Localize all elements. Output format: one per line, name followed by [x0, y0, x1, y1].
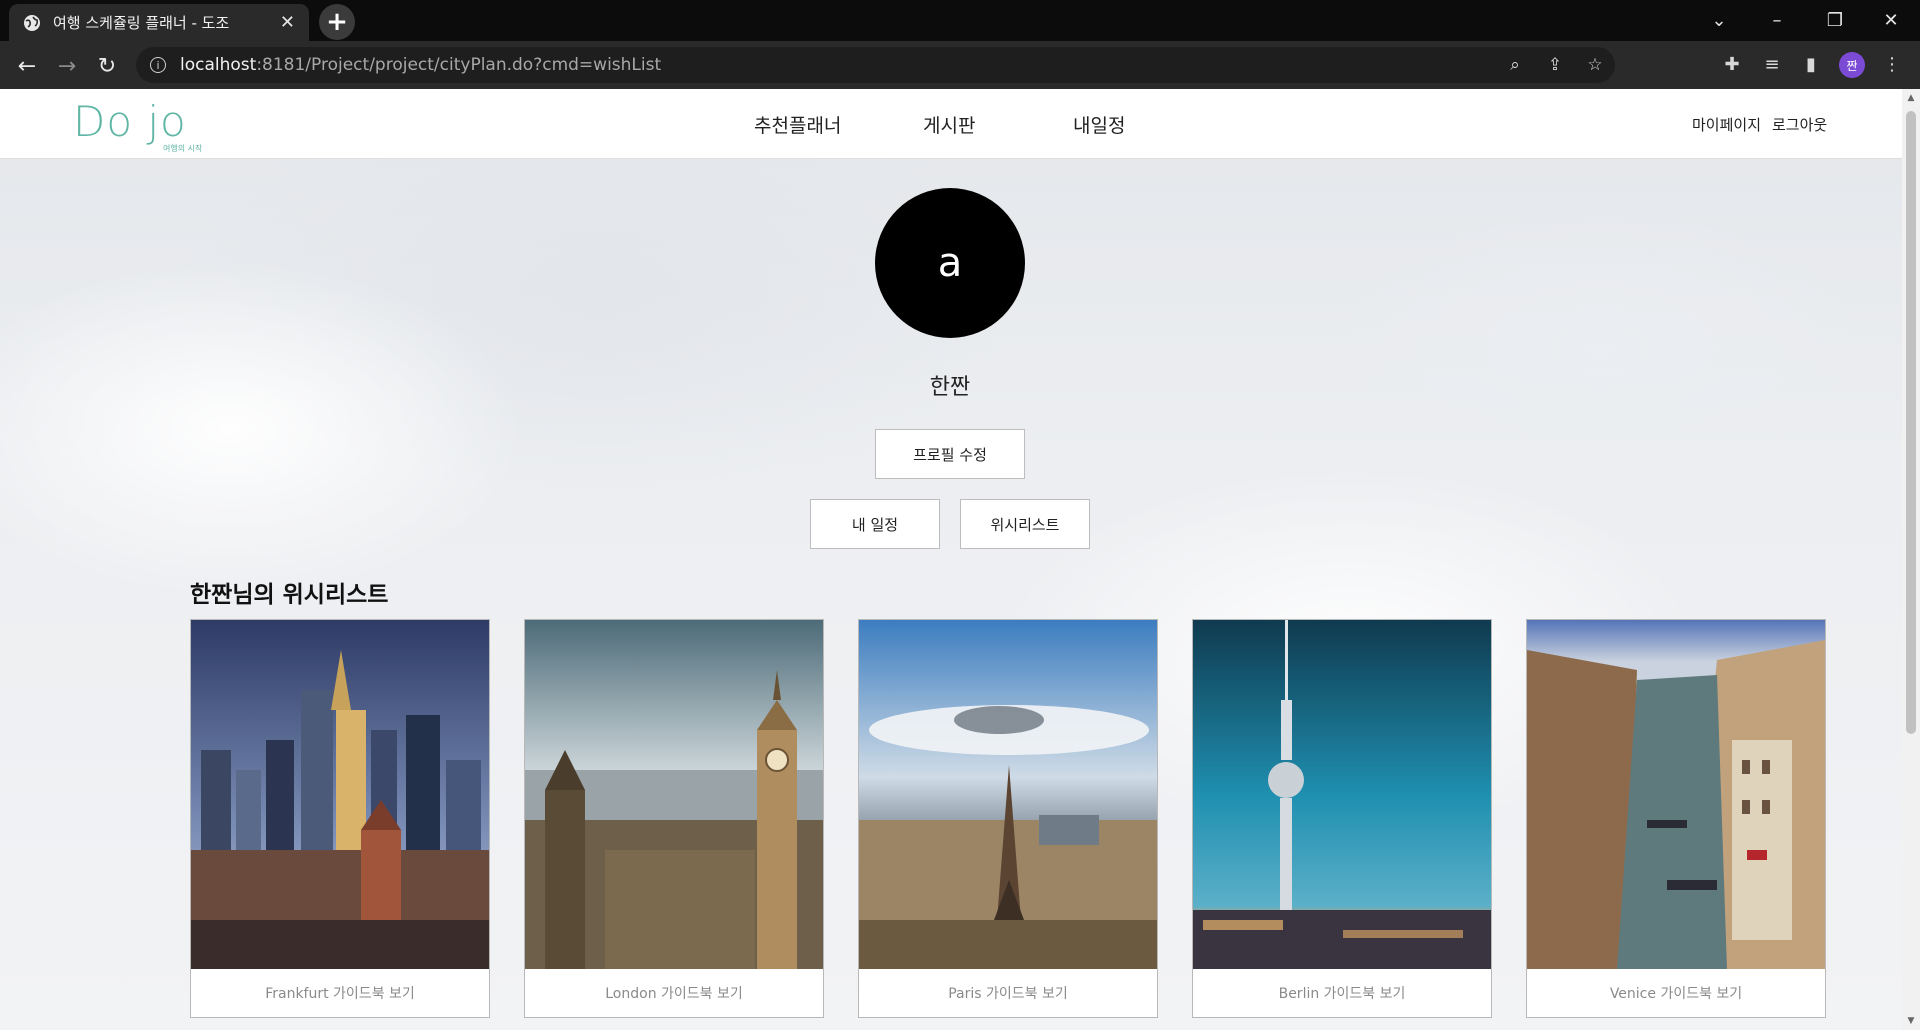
wishlist-card-paris[interactable]: Paris 가이드북 보기 [858, 619, 1158, 1018]
url-path: :8181/Project/project/cityPlan.do?cmd=wi… [256, 55, 662, 75]
browser-toolbar: ← → ↻ i localhost:8181/Project/project/c… [0, 41, 1920, 89]
venice-guidebook-link[interactable]: Venice 가이드북 보기 [1527, 969, 1825, 1017]
wishlist-card-london[interactable]: London 가이드북 보기 [524, 619, 824, 1018]
paris-photo[interactable] [859, 620, 1157, 969]
london-guidebook-link[interactable]: London 가이드북 보기 [525, 969, 823, 1017]
wishlist-card-venice[interactable]: Venice 가이드북 보기 [1526, 619, 1826, 1018]
london-photo[interactable] [525, 620, 823, 969]
site-logo[interactable]: Do jo 여행의 시작 [73, 97, 202, 153]
nav-board[interactable]: 게시판 [923, 111, 975, 138]
berlin-photo[interactable] [1193, 620, 1491, 969]
logo-text: Do jo [73, 97, 187, 146]
menu-dots-icon[interactable]: ⋮ [1878, 54, 1906, 78]
paris-guidebook-link[interactable]: Paris 가이드북 보기 [859, 969, 1157, 1017]
wishlist-card-frankfurt[interactable]: Frankfurt 가이드북 보기 [190, 619, 490, 1018]
reload-icon[interactable]: ↻ [92, 51, 122, 81]
browser-tab[interactable]: 여행 스케쥴링 플래너 - 도조 ✕ [9, 4, 309, 41]
share-icon[interactable]: ⇪ [1535, 55, 1575, 75]
user-avatar: a [875, 188, 1025, 338]
edit-profile-button[interactable]: 프로필 수정 [875, 429, 1025, 479]
tab-search-chevron-icon[interactable]: ⌄ [1690, 0, 1748, 41]
restore-icon[interactable]: ❐ [1806, 0, 1864, 41]
nav-recommended-planner[interactable]: 추천플래너 [754, 111, 841, 138]
puzzle-icon[interactable]: ✚ [1718, 54, 1746, 78]
scrollbar-thumb[interactable] [1906, 111, 1916, 734]
site-header: Do jo 여행의 시작 추천플래너 게시판 내일정 마이페이지 로그아웃 [0, 89, 1902, 159]
venice-photo[interactable] [1527, 620, 1825, 969]
scroll-down-icon[interactable]: ▼ [1905, 1016, 1917, 1026]
url-host: localhost [180, 55, 257, 75]
window-close-icon[interactable]: ✕ [1862, 0, 1920, 41]
my-schedule-button[interactable]: 내 일정 [810, 499, 940, 549]
side-panel-icon[interactable]: ▮ [1797, 54, 1825, 78]
profile-avatar[interactable]: 짠 [1839, 52, 1865, 78]
tab-close-icon[interactable]: ✕ [280, 12, 295, 33]
tab-title: 여행 스케쥴링 플래너 - 도조 [53, 14, 230, 32]
frankfurt-photo[interactable] [191, 620, 489, 969]
wishlist-card-berlin[interactable]: Berlin 가이드북 보기 [1192, 619, 1492, 1018]
globe-icon [24, 14, 40, 31]
user-nickname: 한짠 [929, 375, 971, 400]
mypage-link[interactable]: 마이페이지 [1692, 114, 1761, 135]
page-body: Do jo 여행의 시작 추천플래너 게시판 내일정 마이페이지 로그아웃 a … [0, 89, 1902, 1030]
new-tab-button[interactable]: + [319, 4, 355, 40]
nav-my-schedule[interactable]: 내일정 [1073, 111, 1125, 138]
wishlist-button[interactable]: 위시리스트 [960, 499, 1090, 549]
wishlist-title: 한짠님의 위시리스트 [190, 582, 389, 608]
media-control-icon[interactable]: ≡ [1758, 54, 1786, 78]
logo-subtext: 여행의 시작 [163, 144, 203, 153]
star-icon[interactable]: ☆ [1575, 55, 1615, 75]
zoom-icon[interactable]: ⌕ [1495, 55, 1535, 75]
frankfurt-guidebook-link[interactable]: Frankfurt 가이드북 보기 [191, 969, 489, 1017]
minimize-icon[interactable]: – [1748, 0, 1806, 41]
page-scrollbar[interactable]: ▲ ▼ [1902, 89, 1920, 1030]
arrow-right-icon[interactable]: → [52, 51, 82, 81]
scroll-up-icon[interactable]: ▲ [1905, 93, 1917, 103]
site-info-icon[interactable]: i [150, 57, 166, 73]
address-bar[interactable]: i localhost:8181/Project/project/cityPla… [136, 47, 1615, 83]
berlin-guidebook-link[interactable]: Berlin 가이드북 보기 [1193, 969, 1491, 1017]
arrow-left-icon[interactable]: ← [12, 51, 42, 81]
browser-tab-bar: 여행 스케쥴링 플래너 - 도조 ✕ + ⌄ – ❐ ✕ [0, 0, 1920, 41]
logout-link[interactable]: 로그아웃 [1772, 114, 1827, 135]
